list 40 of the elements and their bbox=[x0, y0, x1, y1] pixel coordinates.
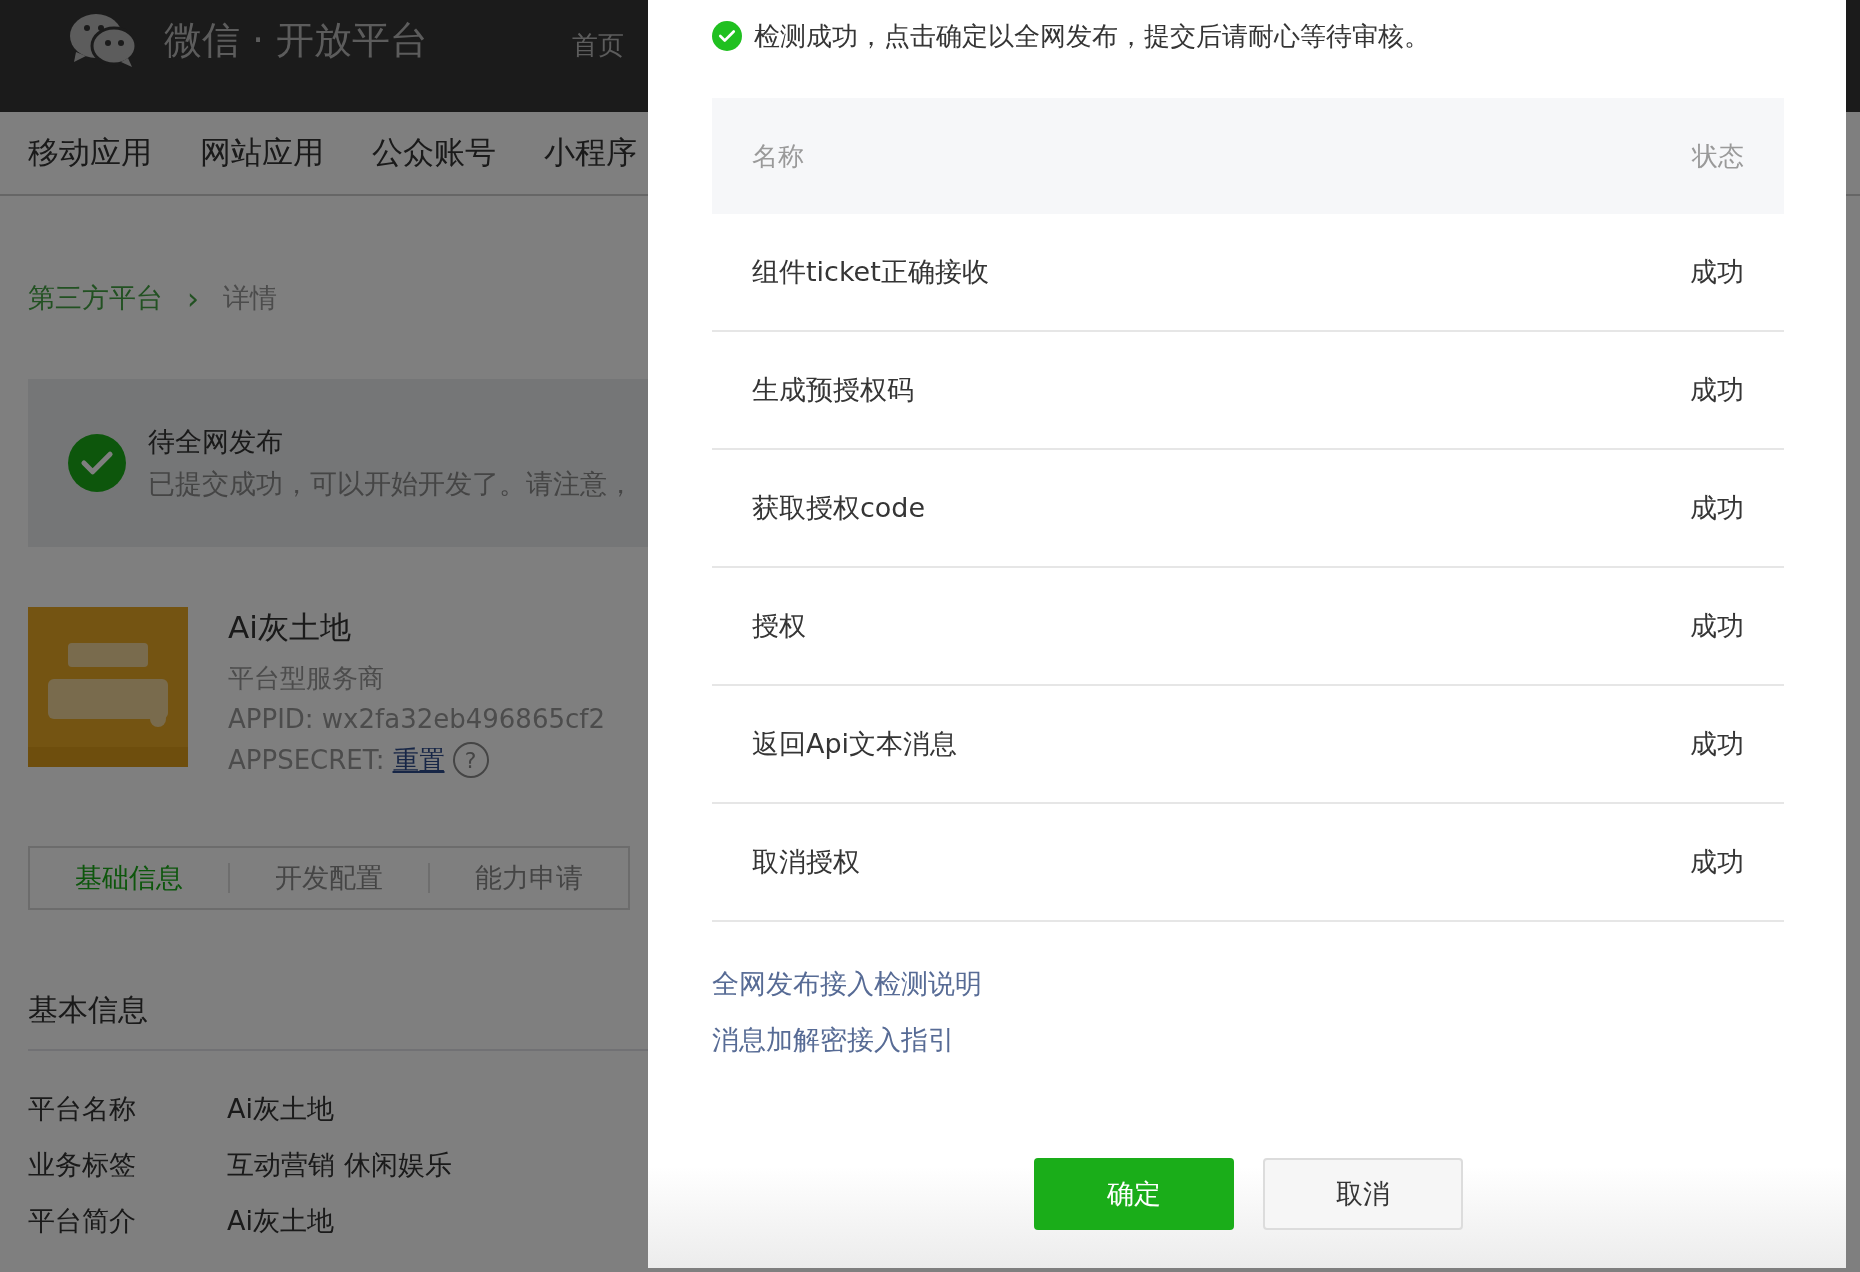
tab[interactable]: 开发配置 bbox=[228, 863, 428, 893]
nav-item[interactable]: 小程序 bbox=[544, 132, 637, 174]
site-title: 微信 · 开放平台 bbox=[164, 16, 429, 64]
breadcrumb-link[interactable]: 第三方平台 bbox=[28, 280, 163, 316]
field-label: 平台简介 bbox=[28, 1204, 136, 1238]
table-cell-text: 成功 bbox=[1690, 845, 1744, 879]
table-cell-text: 成功 bbox=[1690, 727, 1744, 761]
table-cell-text: 成功 bbox=[1690, 609, 1744, 643]
table-cell-text: 成功 bbox=[1690, 255, 1744, 289]
notice-title: 待全网发布 bbox=[148, 425, 284, 459]
tab[interactable]: 能力申请 bbox=[428, 863, 628, 893]
table-cell-text: 成功 bbox=[1690, 491, 1744, 525]
header-link[interactable]: 首页 bbox=[572, 27, 625, 63]
field-label: 平台名称 bbox=[28, 1092, 136, 1126]
check-circle-icon bbox=[712, 21, 742, 51]
nav-item[interactable]: 移动应用 bbox=[28, 132, 152, 174]
table-cell-text: 授权 bbox=[752, 609, 806, 643]
cancel-button[interactable]: 取消 bbox=[1262, 1158, 1463, 1230]
table-cell-text: 成功 bbox=[1690, 373, 1744, 407]
help-icon[interactable]: ? bbox=[452, 742, 489, 778]
breadcrumb-separator: › bbox=[187, 280, 199, 316]
column-header: 名称 bbox=[752, 139, 804, 173]
field-value: Ai灰土地 bbox=[227, 1204, 334, 1238]
dialog-message: 检测成功，点击确定以全网发布，提交后请耐心等待审核。 bbox=[754, 19, 1430, 53]
tab[interactable]: 基础信息 bbox=[30, 863, 228, 893]
field-label: 业务标签 bbox=[28, 1148, 136, 1182]
nav-item[interactable]: 公众账号 bbox=[372, 132, 496, 174]
table-cell-text: 返回Api文本消息 bbox=[752, 727, 958, 761]
nav-item[interactable]: 网站应用 bbox=[200, 132, 324, 174]
field-value: Ai灰土地 bbox=[227, 1092, 334, 1126]
table-cell-text: 生成预授权码 bbox=[752, 373, 914, 407]
reset-link[interactable]: 重置 bbox=[392, 742, 445, 778]
check-circle-icon bbox=[68, 434, 126, 492]
confirm-button[interactable]: 确定 bbox=[1033, 1158, 1234, 1230]
field-value: 互动营销 休闲娱乐 bbox=[227, 1148, 452, 1182]
table-cell-text: 组件ticket正确接收 bbox=[752, 255, 989, 289]
app-name: Ai灰土地 bbox=[228, 608, 352, 647]
table-cell-text: 取消授权 bbox=[752, 845, 860, 879]
table-cell-text: 获取授权code bbox=[752, 491, 926, 525]
column-header: 状态 bbox=[1692, 139, 1744, 173]
